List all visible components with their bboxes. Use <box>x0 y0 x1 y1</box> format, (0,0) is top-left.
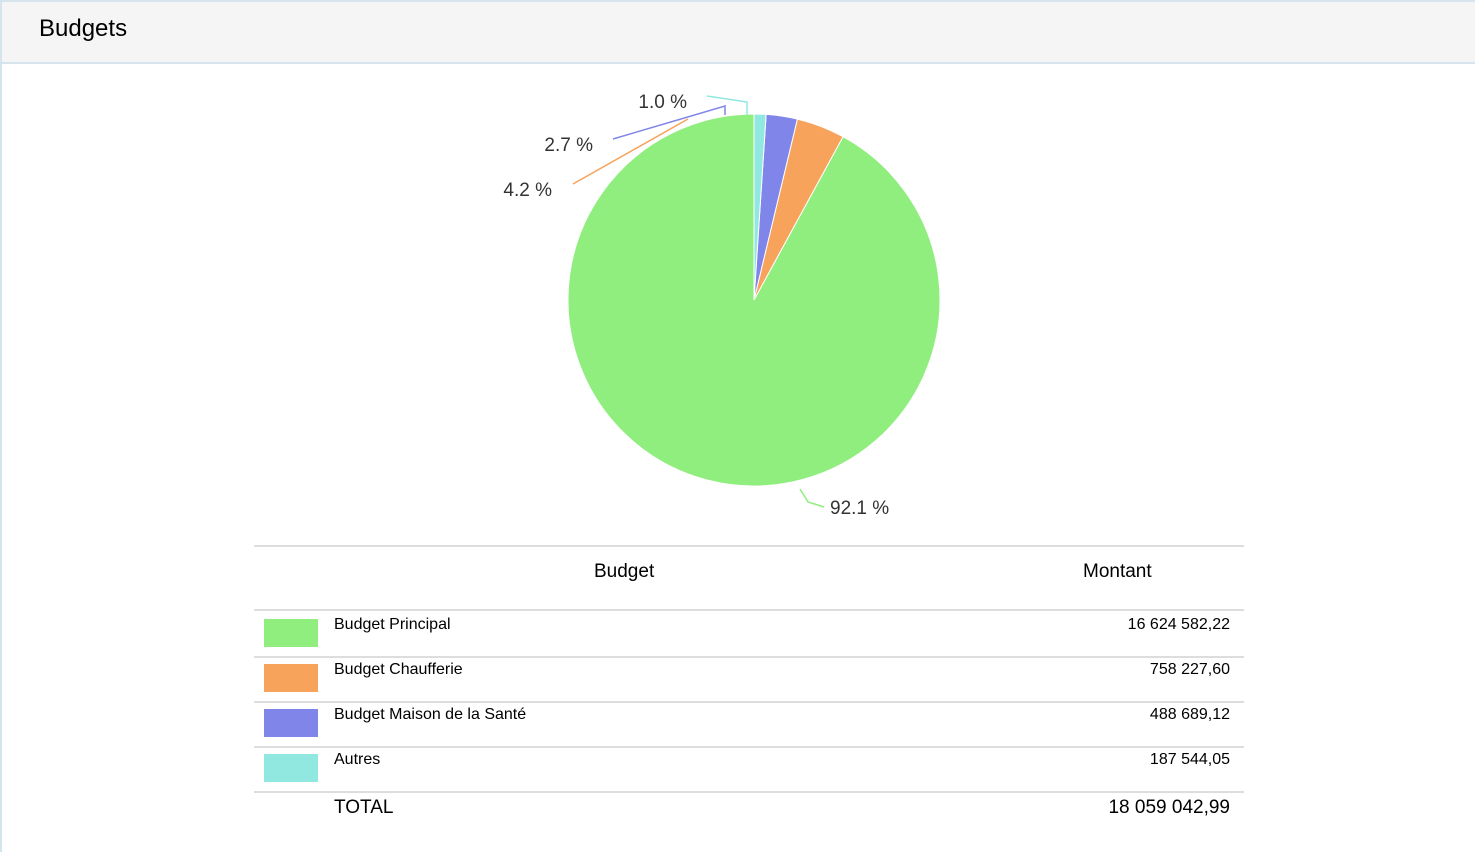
row-amount: 16 624 582,22 <box>1127 616 1230 633</box>
row-amount: 758 227,60 <box>1149 661 1230 678</box>
budgets-panel: Budgets 92.1 % 4.2 % 2.7 % 1.0 % Budget Mon… <box>0 0 1475 852</box>
legend-swatch <box>264 754 318 782</box>
total-row: TOTAL 18 059 042,99 <box>254 795 1244 835</box>
column-header-montant: Montant <box>1083 561 1152 582</box>
slice-percent-label: 92.1 % <box>830 498 889 519</box>
row-amount: 187 544,05 <box>1149 751 1230 768</box>
pie-chart: 92.1 % 4.2 % 2.7 % 1.0 % <box>503 92 941 519</box>
slice-percent-label: 1.0 % <box>638 92 687 113</box>
table-row: Budget Maison de la Santé 488 689,12 <box>254 703 1244 748</box>
legend-swatch <box>264 709 318 737</box>
row-label: Autres <box>334 751 381 768</box>
row-amount: 488 689,12 <box>1149 706 1230 723</box>
connector-line <box>799 488 825 508</box>
row-label: Budget Principal <box>334 616 451 633</box>
row-label: Budget Chaufferie <box>334 661 463 678</box>
table-row: Budget Chaufferie 758 227,60 <box>254 658 1244 703</box>
table-row: Budget Principal 16 624 582,22 <box>254 613 1244 658</box>
connector-line <box>706 95 748 115</box>
total-label: TOTAL <box>334 797 394 818</box>
slice-percent-label: 2.7 % <box>544 135 593 156</box>
slice-percent-label: 4.2 % <box>503 180 552 201</box>
row-label: Budget Maison de la Santé <box>334 706 527 723</box>
column-header-budget: Budget <box>594 561 655 582</box>
legend-swatch <box>264 619 318 647</box>
table-row: Autres 187 544,05 <box>254 748 1244 793</box>
legend-swatch <box>264 664 318 692</box>
table-header-row: Budget Montant <box>254 545 1244 611</box>
total-amount: 18 059 042,99 <box>1108 797 1230 818</box>
